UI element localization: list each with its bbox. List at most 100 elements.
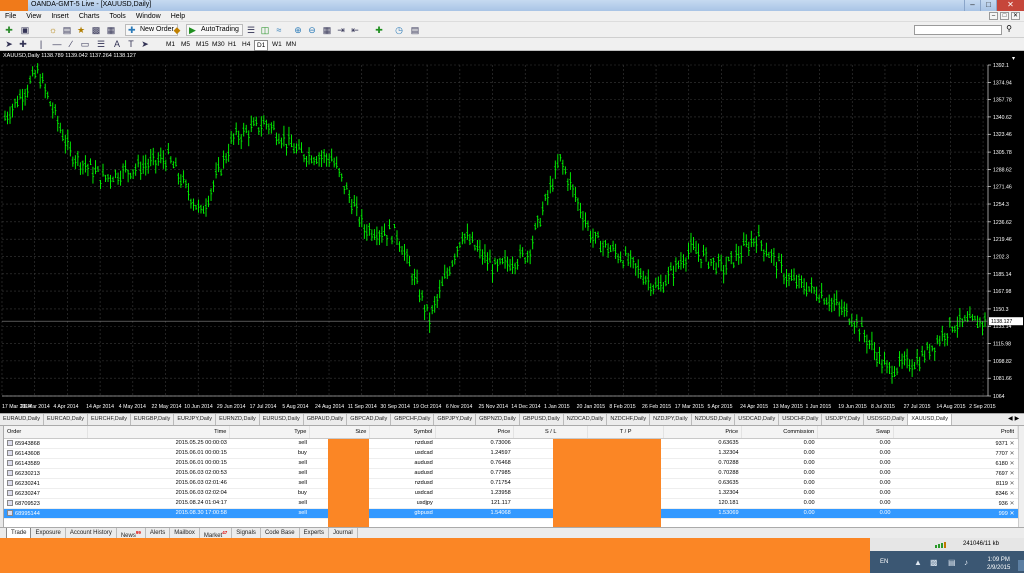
chart-tab-xauusd[interactable]: XAUUSD,Daily [908,414,953,425]
chart-tab-usdjpy[interactable]: USDJPY,Daily [822,414,865,425]
col-symbol[interactable]: Symbol [369,426,437,439]
cursor-icon[interactable]: ➤ [4,39,14,49]
search-icon[interactable]: ⚲ [1006,24,1012,33]
timeframe-m5[interactable]: M5 [179,40,192,49]
new-chart-icon[interactable]: ✚ [4,25,14,35]
label-tool-icon[interactable]: T [126,39,136,49]
close-order-icon[interactable]: ✕ [1009,481,1014,487]
timeframe-m15[interactable]: M15 [194,40,211,49]
order-row[interactable]: 66143589 2015.06.01 00:00:15 sell audusd 0.7… [4,458,1018,469]
menu-insert[interactable]: Insert [46,13,74,20]
order-row[interactable]: 68995144 2015.08.30 17:00:58 sell gbpusd 1.5… [4,508,1018,519]
mdi-minimize-button[interactable]: – [989,12,998,20]
zoom-in-icon[interactable]: ⊕ [293,25,303,35]
navigator-icon[interactable]: ★ [76,25,86,35]
profiles-icon[interactable]: ▣ [20,25,30,35]
terminal-tab-experts[interactable]: Experts [300,528,329,538]
chart-tab-nzdchf[interactable]: NZDCHF,Daily [607,414,651,425]
timeframe-w1[interactable]: W1 [270,40,284,49]
col-sl[interactable]: S / L [513,426,589,439]
chart-tab-usdchf[interactable]: USDCHF,Daily [779,414,823,425]
search-input[interactable] [914,25,1002,35]
chart-tab-eurchf[interactable]: EURCHF,Daily [88,414,132,425]
auto-scroll-icon[interactable]: ⇥ [336,25,346,35]
chart-tab-usdcad[interactable]: USDCAD,Daily [735,414,780,425]
autotrading-button[interactable]: ▶ AutoTrading [186,24,243,36]
terminal-tab-signals[interactable]: Signals [232,528,261,538]
chart-shift-icon[interactable]: ⇤ [350,25,360,35]
close-button[interactable]: ✕ [996,0,1024,11]
chart-tab-eurusd[interactable]: EURUSD,Daily [260,414,304,425]
order-row[interactable]: 66230213 2015.06.03 02:00:53 sell audusd 0.7… [4,468,1018,479]
network-icon[interactable]: ▤ [948,558,956,567]
data-window-icon[interactable]: ▤ [62,25,72,35]
col-profit[interactable]: Profit [893,426,1018,439]
terminal-icon[interactable]: ▩ [91,25,101,35]
order-row[interactable]: 68709523 2015.08.24 01:04:17 sell usdjpy 121… [4,498,1018,509]
show-desktop-button[interactable] [1018,560,1024,571]
timeframe-h1[interactable]: H1 [226,40,238,49]
maximize-button[interactable]: □ [980,0,996,11]
text-tool-icon[interactable]: A [112,39,122,49]
terminal-tab-market[interactable]: Market47 [200,528,233,539]
tab-scroll-arrows[interactable]: ◀ ▶ [1006,414,1024,425]
terminal-tab-journal[interactable]: Journal [329,528,358,538]
close-order-icon[interactable]: ✕ [1009,471,1014,477]
terminal-tab-code-base[interactable]: Code Base [261,528,300,538]
close-order-icon[interactable]: ✕ [1009,511,1014,517]
templates-icon[interactable]: ▤ [410,25,420,35]
col-time[interactable]: Time [87,426,231,439]
chart-tab-euraud[interactable]: EURAUD,Daily [0,414,44,425]
new-order-button[interactable]: ✚ New Order [125,24,178,36]
timeframe-d1[interactable]: D1 [254,40,269,51]
tray-app-icon[interactable]: ▩ [930,558,938,567]
menu-view[interactable]: View [21,13,46,20]
timeframe-mn[interactable]: MN [284,40,298,49]
chart-tab-gbpaud[interactable]: GBPAUD,Daily [304,414,348,425]
line-chart-icon[interactable]: ≈ [274,25,284,35]
chart-tab-nzdusd[interactable]: NZDUSD,Daily [692,414,736,425]
bar-chart-icon[interactable]: ☰ [246,25,256,35]
indicators-icon[interactable]: ✚ [374,25,384,35]
col-tp[interactable]: T / P [587,426,665,439]
chart-tab-gbpjpy[interactable]: GBPJPY,Daily [434,414,477,425]
chart-tab-gbpnzd[interactable]: GBPNZD,Daily [476,414,520,425]
tile-windows-icon[interactable]: ▦ [322,25,332,35]
menu-tools[interactable]: Tools [104,13,130,20]
chart-canvas[interactable]: 1392.1 1374.94 1357.78 1340.62 1323.46 1305.7… [0,51,1024,413]
order-row[interactable]: 66230247 2015.06.03 02:02:04 buy usdcad 1.23… [4,488,1018,499]
horizontal-line-icon[interactable]: — [52,39,62,49]
col-commission[interactable]: Commission [741,426,819,439]
chart-tab-nzdjpy[interactable]: NZDJPY,Daily [650,414,692,425]
order-row[interactable]: 65943868 2015.05.25 00:00:03 sell nzdusd 0.7… [4,438,1018,449]
col-order[interactable]: Order [4,426,89,439]
chart-tab-gbpchf[interactable]: GBPCHF,Daily [391,414,435,425]
mdi-restore-button[interactable]: □ [1000,12,1009,20]
zoom-out-icon[interactable]: ⊖ [307,25,317,35]
terminal-scrollbar[interactable] [1018,426,1024,537]
chart-tab-gbpcad[interactable]: GBPCAD,Daily [347,414,392,425]
order-row[interactable]: 66143608 2015.06.01 00:00:15 buy usdcad 1.24… [4,448,1018,459]
timeframe-h4[interactable]: H4 [240,40,252,49]
chart-tab-nzdcad[interactable]: NZDCAD,Daily [564,414,608,425]
chart-tab-eurjpy[interactable]: EURJPY,Daily [174,414,217,425]
channel-icon[interactable]: ▭ [80,39,90,49]
close-order-icon[interactable]: ✕ [1009,451,1014,457]
market-watch-icon[interactable]: ☼ [48,25,58,35]
close-order-icon[interactable]: ✕ [1009,491,1014,497]
close-order-icon[interactable]: ✕ [1009,501,1014,507]
tray-arrow-icon[interactable]: ▲ [914,558,922,567]
candlestick-icon[interactable]: ◫ [260,25,270,35]
menu-window[interactable]: Window [131,13,166,20]
chart-zoom-icon[interactable]: ▾ [1012,56,1015,62]
terminal-tab-account-history[interactable]: Account History [66,528,117,538]
col-current-price[interactable]: Price [663,426,743,439]
language-indicator[interactable]: EN [880,559,888,565]
trendline-icon[interactable]: ∕ [66,39,76,49]
metaeditor-icon[interactable]: ◆ [172,25,182,35]
strategy-tester-icon[interactable]: ▦ [106,25,116,35]
periods-icon[interactable]: ◷ [394,25,404,35]
terminal-tab-alerts[interactable]: Alerts [146,528,171,538]
order-row[interactable]: 66230241 2015.06.03 02:01:46 sell nzdusd 0.7… [4,478,1018,489]
chart-tab-eurcad[interactable]: EURCAD,Daily [44,414,88,425]
